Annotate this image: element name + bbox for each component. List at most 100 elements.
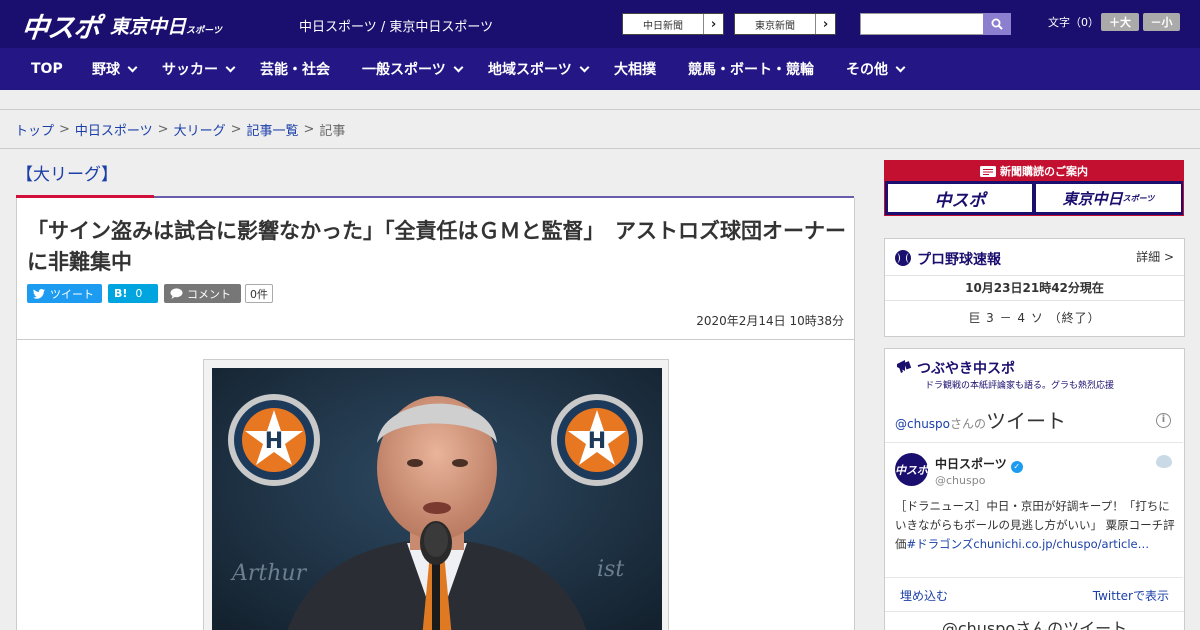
tweet-button[interactable]: ツイート [27, 284, 102, 303]
divider [885, 611, 1184, 612]
search-button[interactable] [983, 13, 1011, 35]
nav-label: TOP [31, 61, 63, 77]
article-date: 2020年2月14日 10時38分 [696, 314, 844, 328]
chuspo-logo[interactable]: 中スポ [20, 6, 102, 45]
comment-label: コメント [187, 287, 231, 301]
breadcrumb-top[interactable]: トップ [15, 120, 54, 139]
nav-general-sports[interactable]: 一般スポーツ [362, 48, 464, 90]
tokyo-logo-sub: スポーツ [186, 26, 222, 36]
site-header: 中スポ 東京中日スポーツ 中日スポーツ / 東京中日スポーツ 中日新聞 › 東京… [0, 0, 1200, 48]
nav-other[interactable]: その他 [846, 48, 906, 90]
astros-owner-press-photo: H H Arthur ist [212, 368, 662, 630]
view-on-twitter-link[interactable]: Twitterで表示 [1093, 587, 1169, 604]
svg-text:H: H [265, 429, 283, 454]
chevron-down-icon [895, 62, 906, 72]
divider [885, 275, 1184, 276]
baseball-updated-time: 10月23日21時42分現在 [965, 281, 1104, 295]
tweet-text: ［ドラニュース］中日・京田が好調キープ！「打ちにいきながらもボールの見逃し方がい… [895, 497, 1175, 554]
newspaper-icon [980, 165, 996, 177]
breadcrumb-mlb[interactable]: 大リーグ [174, 120, 226, 139]
subscription-title: 新聞購読のご案内 [1000, 165, 1088, 178]
breadcrumb-current: 記事 [319, 124, 346, 139]
nav-label: 競馬・ボート・競輪 [688, 62, 814, 78]
tweets-handle[interactable]: @chuspo [895, 417, 950, 431]
article-headline: 「サイン盗みは試合に影響なかった」「全責任はＧＭと監督」 アストロズ球団オーナー… [27, 219, 846, 274]
nav-label: 野球 [92, 62, 120, 78]
nav-label: サッカー [162, 62, 218, 78]
tweet-account[interactable]: 中日スポーツ ✓ [935, 455, 1023, 473]
subscribe-tokyo-text: 東京中日 [1062, 189, 1123, 208]
verified-badge-icon: ✓ [1010, 461, 1023, 473]
comment-bubble-icon [170, 288, 183, 299]
tweets-label: ツイート [986, 409, 1067, 433]
article-category: 【大リーグ】 [16, 165, 118, 185]
baseball-icon [895, 250, 911, 266]
subscribe-tokyo-logo[interactable]: 東京中日 スポーツ [1036, 184, 1181, 212]
tweets-next-header: @chuspoさんのツイート [941, 619, 1128, 630]
search-icon [991, 18, 1003, 30]
divider [885, 300, 1184, 301]
nav-entertainment[interactable]: 芸能・社会 [260, 48, 330, 90]
divider [885, 577, 1183, 578]
hatena-icon: B! [114, 287, 128, 300]
nav-top[interactable]: TOP [31, 48, 63, 90]
chunichi-shimbun-label: 中日新聞 [643, 20, 683, 32]
comment-button[interactable]: コメント [164, 284, 241, 303]
comment-count: 0件 [245, 284, 273, 303]
main-nav: TOP 野球 サッカー 芸能・社会 一般スポーツ 地域スポーツ 大相撲 競馬・ボ… [0, 48, 1200, 90]
tweet-account-handle[interactable]: @chuspo [935, 474, 985, 487]
breadcrumb-article-list[interactable]: 記事一覧 [247, 120, 299, 139]
chunichi-shimbun-button[interactable]: 中日新聞 › [622, 13, 724, 35]
breadcrumb: トップ > 中日スポーツ > 大リーグ > 記事一覧 > 記事 [0, 111, 1200, 149]
sub-strip [0, 90, 1200, 110]
tweet-account-name: 中日スポーツ [935, 457, 1007, 471]
chevron-down-icon [225, 62, 236, 72]
tweet-link[interactable]: #ドラゴンズchunichi.co.jp/chuspo/article… [907, 537, 1150, 551]
tokyo-shimbun-label: 東京新聞 [755, 20, 795, 32]
nav-baseball[interactable]: 野球 [92, 48, 138, 90]
article-photo[interactable]: H H Arthur ist [212, 368, 662, 630]
embed-link[interactable]: 埋め込む [900, 587, 948, 604]
baseball-detail-link[interactable]: 詳細 > [1136, 248, 1174, 265]
nav-regional-sports[interactable]: 地域スポーツ [488, 48, 590, 90]
search-input[interactable] [860, 13, 984, 35]
chevron-down-icon [453, 62, 464, 72]
twitter-bird-icon [1156, 455, 1172, 468]
baseball-score-box: プロ野球速報 詳細 > 10月23日21時42分現在 巨 3 － 4 ソ （終了… [884, 238, 1185, 337]
chevron-down-icon [127, 62, 138, 72]
font-larger-button[interactable]: ＋大 [1101, 13, 1139, 31]
subscribe-chuspo-logo[interactable]: 中スポ [888, 184, 1032, 212]
font-smaller-button[interactable]: －小 [1143, 13, 1180, 31]
tokyo-shimbun-button[interactable]: 東京新聞 › [734, 13, 836, 35]
twitter-bird-icon [33, 288, 45, 299]
nav-keiba[interactable]: 競馬・ボート・競輪 [688, 48, 814, 90]
baseball-game-score[interactable]: 巨 3 － 4 ソ （終了） [885, 309, 1184, 326]
tokyo-logo-text: 東京中日 [110, 16, 187, 38]
tsubuyaki-title: つぶやき中スポ [917, 361, 1015, 377]
breadcrumb-separator: > [303, 122, 315, 137]
baseball-box-title: プロ野球速報 [917, 252, 1001, 268]
breadcrumb-separator: > [59, 122, 70, 137]
nav-label: 芸能・社会 [260, 62, 330, 78]
info-icon[interactable]: i [1156, 413, 1171, 428]
tweets-header: @chuspoさんのツイート i [885, 397, 1183, 443]
svg-text:Arthur: Arthur [230, 561, 308, 586]
tokyo-chunichi-logo[interactable]: 東京中日スポーツ [110, 12, 222, 39]
article-card: 「サイン盗みは試合に影響なかった」「全責任はＧＭと監督」 アストロズ球団オーナー… [16, 198, 855, 630]
svg-text:H: H [588, 429, 606, 454]
hatena-bookmark-button[interactable]: B! 0 [108, 284, 158, 303]
subscription-title-bar: 新聞購読のご案内 [885, 161, 1183, 181]
megaphone-icon [897, 360, 912, 373]
subscription-banner[interactable]: 新聞購読のご案内 中スポ 東京中日 スポーツ [884, 160, 1184, 216]
nav-label: 一般スポーツ [362, 62, 446, 78]
nav-soccer[interactable]: サッカー [162, 48, 236, 90]
breadcrumb-separator: > [157, 122, 169, 137]
hatena-count: 0 [135, 287, 143, 300]
nav-sumo[interactable]: 大相撲 [614, 48, 656, 90]
svg-text:ist: ist [597, 557, 624, 582]
twitter-widget-box: つぶやき中スポ ドラ観戦の本紙評論家も語る。グラも熱烈応援 @chuspoさんの… [884, 348, 1185, 630]
site-title[interactable]: 中日スポーツ / 東京中日スポーツ [299, 16, 493, 35]
breadcrumb-chunichi-sports[interactable]: 中日スポーツ [75, 120, 153, 139]
chevron-right-icon: › [703, 14, 723, 34]
chuspo-avatar[interactable]: 中スポ [895, 453, 928, 486]
